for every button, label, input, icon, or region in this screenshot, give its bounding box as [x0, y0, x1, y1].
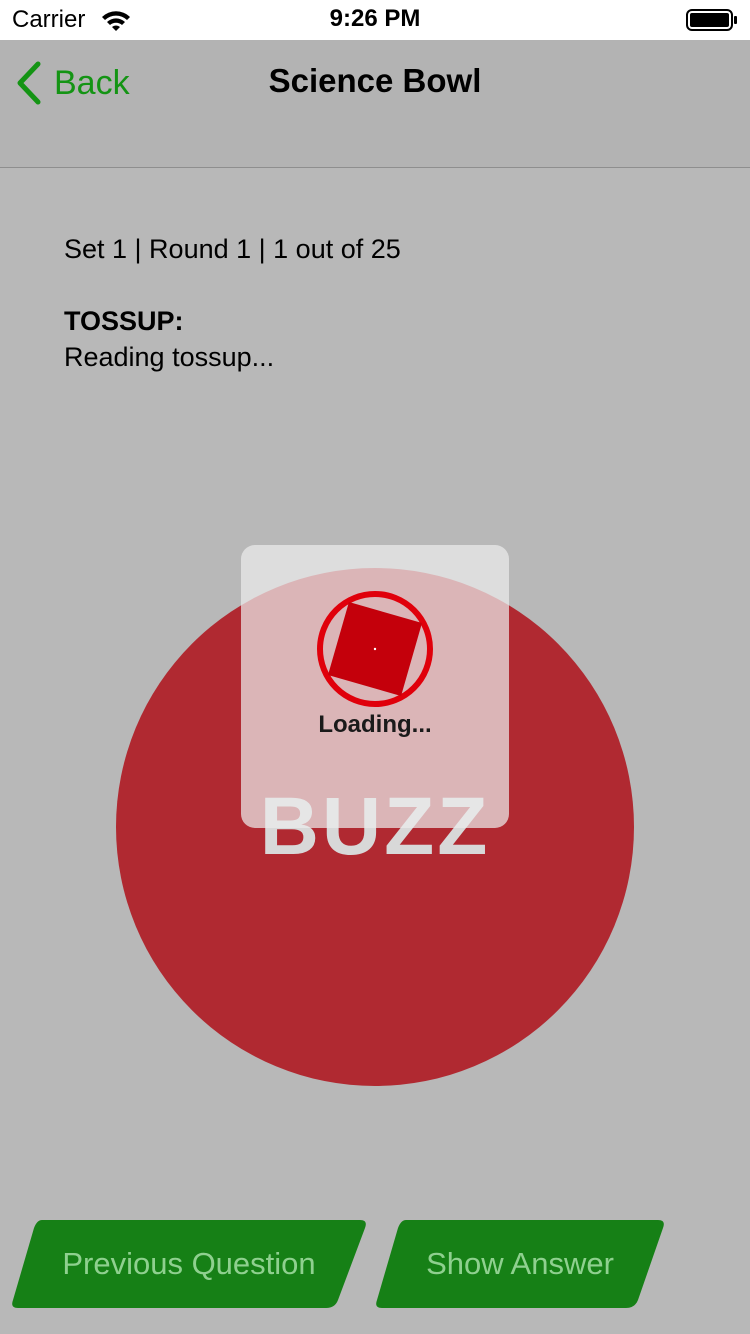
question-type-label: TOSSUP:: [64, 306, 184, 336]
loading-text: Loading...: [318, 711, 432, 738]
status-bar: Carrier 9:26 PM: [0, 0, 750, 40]
show-answer-label: Show Answer: [426, 1246, 614, 1281]
previous-question-label: Previous Question: [62, 1246, 316, 1281]
spinner-icon: [317, 591, 433, 707]
clock: 9:26 PM: [329, 5, 421, 32]
loading-overlay: Loading...: [241, 545, 509, 828]
show-answer-button[interactable]: Show Answer: [374, 1220, 666, 1308]
battery-icon: [686, 9, 737, 31]
page-title: Science Bowl: [268, 62, 482, 99]
previous-question-button[interactable]: Previous Question: [10, 1220, 368, 1308]
question-text: Reading tossup...: [64, 342, 275, 372]
question-meta: Set 1 | Round 1 | 1 out of 25: [64, 234, 401, 264]
